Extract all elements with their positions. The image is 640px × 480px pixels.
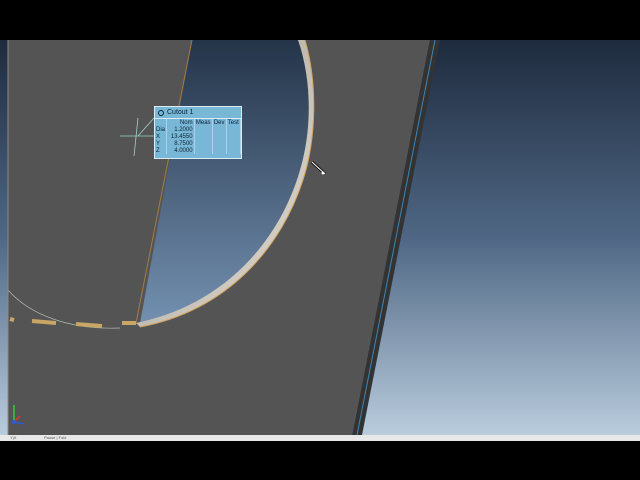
- row-label: Z: [155, 147, 167, 154]
- model-scene: [0, 40, 640, 435]
- nom-value: 13.4550: [166, 133, 195, 140]
- row-label: X: [155, 133, 167, 140]
- table-row: Y 8.7500: [155, 140, 242, 147]
- nom-value: 1.2000: [166, 126, 195, 133]
- cutout-values-table: Nom Meas Dev Test Dia 1.2000 X 13.4550 Y: [155, 119, 242, 154]
- table-row: X 13.4550: [155, 133, 242, 140]
- application-window: Cutout 1 Nom Meas Dev Test Dia 1.2000 X: [0, 0, 640, 480]
- table-header-row: Nom Meas Dev Test: [155, 119, 242, 126]
- nom-value: 4.0000: [166, 147, 195, 154]
- status-bar: Y|X Pause | Fold: [0, 435, 640, 441]
- cutout-title: Cutout 1: [167, 109, 194, 116]
- status-mid-tab[interactable]: Pause | Fold: [44, 435, 66, 440]
- col-dev: Dev: [212, 119, 227, 126]
- cutout-info-panel[interactable]: Cutout 1 Nom Meas Dev Test Dia 1.2000 X: [154, 106, 242, 159]
- row-label: Y: [155, 140, 167, 147]
- table-row: Z 4.0000: [155, 147, 242, 154]
- table-row: Dia 1.2000: [155, 126, 242, 133]
- cutout-info-title-bar[interactable]: Cutout 1: [155, 107, 241, 119]
- nom-value: 8.7500: [166, 140, 195, 147]
- row-label: Dia: [155, 126, 167, 133]
- col-meas: Meas: [194, 119, 213, 126]
- 3d-viewport[interactable]: Cutout 1 Nom Meas Dev Test Dia 1.2000 X: [0, 40, 640, 435]
- col-test: Test: [226, 119, 242, 126]
- status-left-text: Y|X: [10, 435, 17, 440]
- col-nom: Nom: [166, 119, 195, 126]
- panel-pin-icon[interactable]: [158, 110, 164, 116]
